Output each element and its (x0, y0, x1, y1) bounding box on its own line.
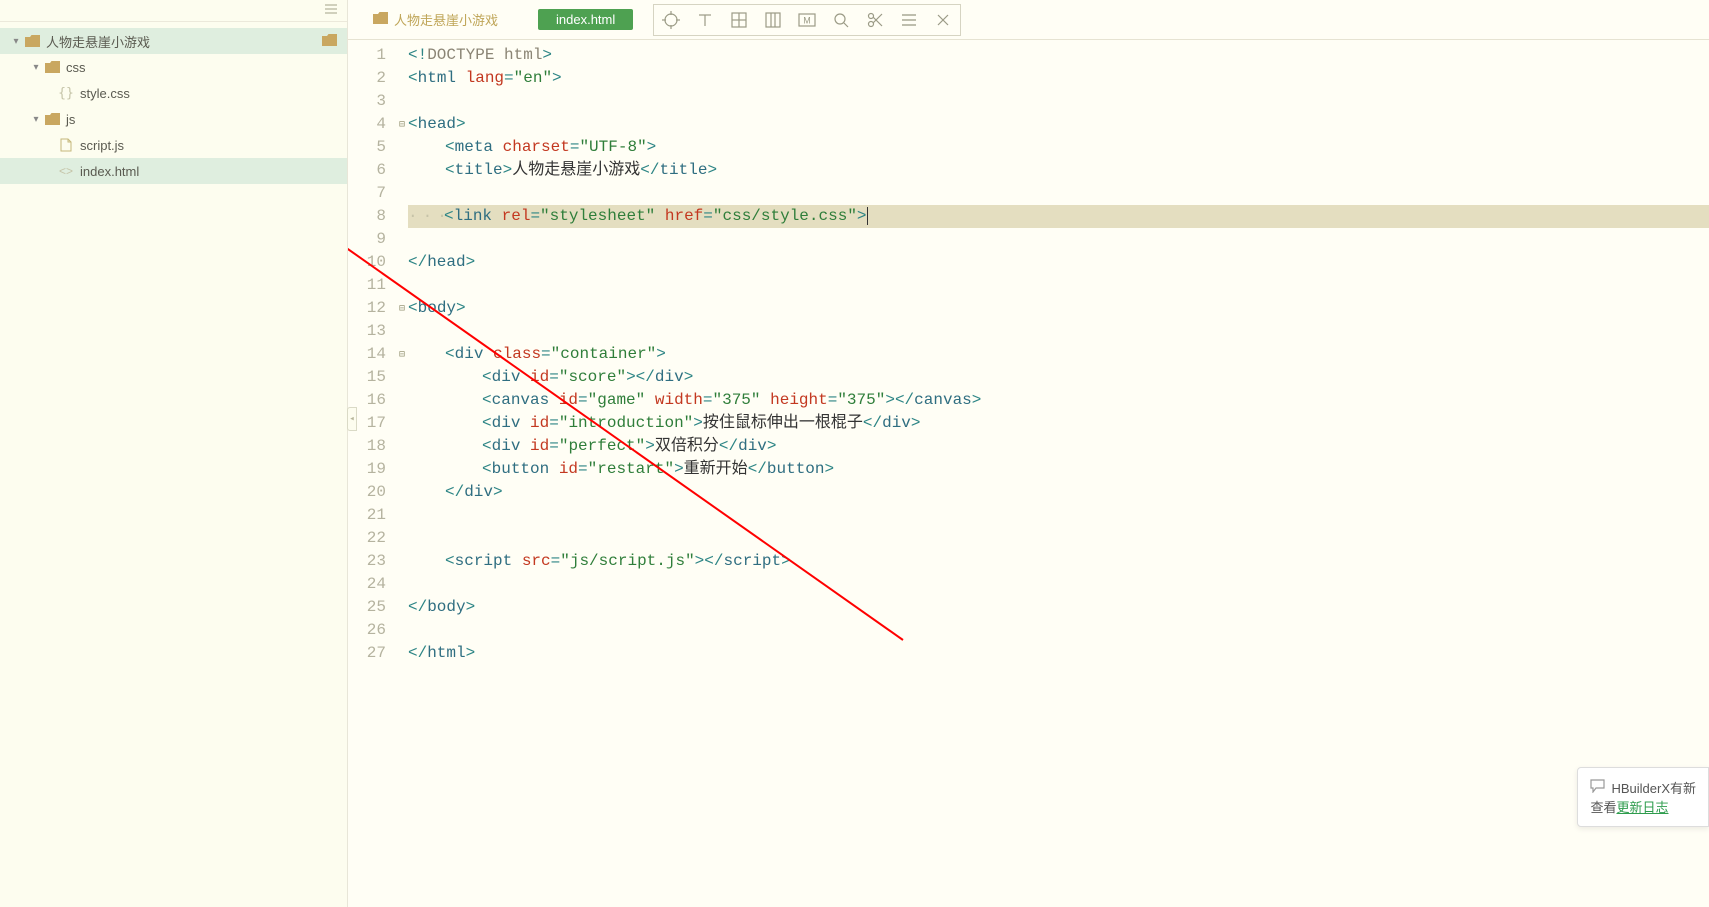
folder-icon (44, 61, 60, 73)
tree-item-label: style.css (80, 86, 337, 101)
chevron-down-icon: ▾ (30, 62, 42, 73)
sidebar-topbar (0, 0, 347, 22)
editor-toolbar: M (653, 4, 961, 36)
close-icon[interactable] (926, 5, 960, 35)
breadcrumb-label: 人物走悬崖小游戏 (394, 10, 498, 29)
target-icon[interactable] (654, 5, 688, 35)
tree-item-label: js (66, 112, 337, 127)
file-explorer-sidebar: ▾ 人物走悬崖小游戏 ▾ css {} style.css ▾ j (0, 0, 348, 907)
chevron-down-icon: ▾ (10, 36, 22, 47)
list-icon[interactable] (892, 5, 926, 35)
css-file-icon: {} (58, 86, 74, 101)
tree-root[interactable]: ▾ 人物走悬崖小游戏 (0, 28, 347, 54)
tree-item-label: index.html (80, 164, 337, 179)
tree-file-script-js[interactable]: script.js (0, 132, 347, 158)
tree-folder-js[interactable]: ▾ js (0, 106, 347, 132)
chat-icon (1590, 779, 1605, 796)
markdown-icon[interactable]: M (790, 5, 824, 35)
folder-icon (373, 12, 388, 27)
notif-text: HBuilderX有新 (1611, 778, 1696, 797)
sidebar-menu-icon[interactable] (325, 3, 337, 19)
folder-icon (24, 35, 40, 47)
search-icon[interactable] (824, 5, 858, 35)
text-icon[interactable] (688, 5, 722, 35)
folder-icon (322, 34, 337, 49)
tree-folder-css[interactable]: ▾ css (0, 54, 347, 80)
file-tree: ▾ 人物走悬崖小游戏 ▾ css {} style.css ▾ j (0, 22, 347, 184)
svg-text:M: M (804, 15, 812, 25)
line-number-gutter: 1234567891011121314151617181920212223242… (348, 40, 396, 907)
tree-item-label: script.js (80, 138, 337, 153)
update-notification[interactable]: HBuilderX有新 查看更新日志 (1577, 767, 1709, 827)
tree-item-label: css (66, 60, 337, 75)
code-editor[interactable]: 1234567891011121314151617181920212223242… (348, 40, 1709, 907)
code-content[interactable]: <!DOCTYPE html><html lang="en"><head><me… (408, 40, 1709, 907)
folder-icon (44, 113, 60, 125)
changelog-link[interactable]: 更新日志 (1616, 800, 1668, 815)
tab-index-html[interactable]: index.html (538, 9, 633, 30)
tab-bar: 人物走悬崖小游戏 index.html M (348, 0, 1709, 40)
sidebar-collapse-handle[interactable]: ◂ (347, 407, 357, 431)
grid-icon[interactable] (722, 5, 756, 35)
scissors-icon[interactable] (858, 5, 892, 35)
tree-file-style-css[interactable]: {} style.css (0, 80, 347, 106)
js-file-icon (58, 138, 74, 152)
html-file-icon: <> (58, 164, 74, 178)
tree-root-label: 人物走悬崖小游戏 (46, 32, 322, 51)
notif-text2: 查看 (1590, 800, 1616, 815)
fold-column: ⊟⊟⊟ (396, 40, 408, 907)
tab-label: index.html (556, 12, 615, 27)
breadcrumb[interactable]: 人物走悬崖小游戏 (373, 10, 498, 29)
editor-area: 人物走悬崖小游戏 index.html M 123456789101112131… (348, 0, 1709, 907)
columns-icon[interactable] (756, 5, 790, 35)
chevron-down-icon: ▾ (30, 114, 42, 125)
tree-file-index-html[interactable]: <> index.html (0, 158, 347, 184)
